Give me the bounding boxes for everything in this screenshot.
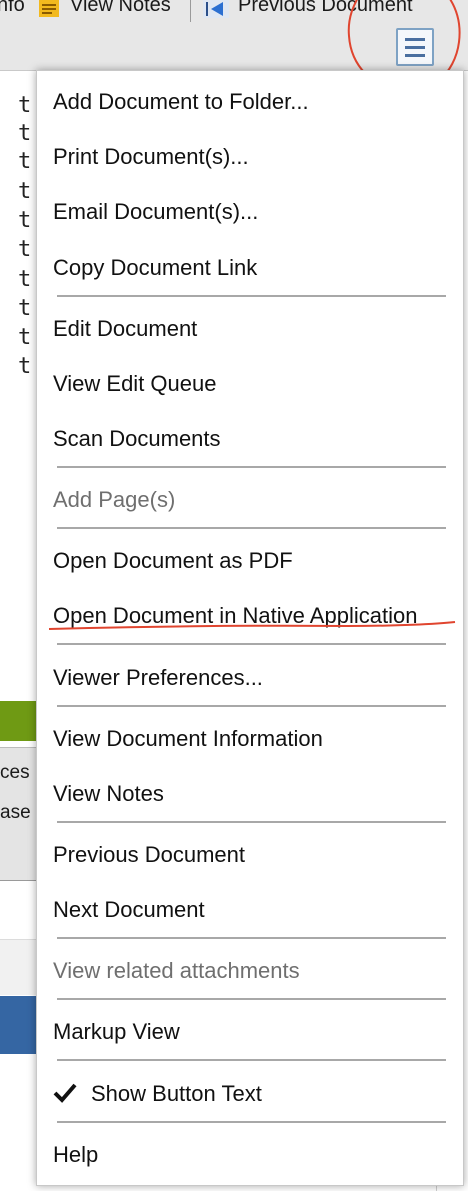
background-blue-bar [0,996,36,1054]
menu-item-show-button-text[interactable]: Show Button Text [91,1081,262,1107]
document-text: t [18,354,32,379]
menu-item-open-document-as-pdf[interactable]: Open Document as PDF [53,548,293,574]
menu-item-view-related-attachments: View related attachments [53,958,300,983]
document-text: t [18,121,32,146]
menu-item-edit-document[interactable]: Edit Document [53,316,197,342]
hamburger-menu-button[interactable] [396,28,434,66]
view-notes-button[interactable]: View Notes [70,0,171,17]
menu-item-markup-view[interactable]: Markup View [53,1019,180,1045]
background-text: ase [0,802,31,823]
notes-icon [39,0,59,17]
previous-document-button[interactable]: Previous Document [238,0,413,17]
document-text: t [18,325,32,350]
menu-item-help[interactable]: Help [53,1142,98,1168]
document-text: t [18,237,32,262]
menu-item-print-documents[interactable]: Print Document(s)... [53,144,249,170]
menu-separator [57,1121,446,1123]
hamburger-line [405,54,425,57]
menu-item-add-pages: Add Page(s) [53,487,176,512]
toolbar: nfo View Notes Previous Document [0,0,468,94]
menu-separator [57,295,446,297]
document-text: t [18,208,32,233]
menu-item-open-document-in-native-application[interactable]: Open Document in Native Application [53,603,417,629]
menu-separator [57,527,446,529]
menu-separator [57,643,446,645]
menu-item-view-document-information[interactable]: View Document Information [53,726,323,752]
background-text: ces [0,762,30,783]
menu-item-previous-document[interactable]: Previous Document [53,842,245,868]
menu-item-viewer-preferences[interactable]: Viewer Preferences... [53,665,263,691]
previous-document-icon [203,0,229,18]
menu-item-email-documents[interactable]: Email Document(s)... [53,199,258,225]
document-text: t [18,179,32,204]
menu-separator [57,1059,446,1061]
background-panel: ces ase [0,747,36,881]
hamburger-line [405,46,425,49]
menu-separator [57,821,446,823]
toolbar-info-label[interactable]: nfo [0,0,25,17]
document-text: t [18,93,32,118]
checkmark-icon [53,1083,77,1103]
toolbar-divider [190,0,191,22]
document-text: t [18,296,32,321]
background-gray-bar [0,939,36,995]
menu-item-next-document[interactable]: Next Document [53,897,205,923]
menu-separator [57,705,446,707]
hamburger-menu-icon [405,38,425,41]
menu-separator [57,937,446,939]
menu-separator [57,466,446,468]
menu-separator [57,998,446,1000]
menu-item-copy-document-link[interactable]: Copy Document Link [53,255,257,281]
options-dropdown-menu: Add Document to Folder... Print Document… [36,70,464,1186]
document-text: t [18,267,32,292]
menu-item-view-notes[interactable]: View Notes [53,781,164,807]
background-green-bar [0,701,36,741]
menu-item-scan-documents[interactable]: Scan Documents [53,426,221,452]
menu-item-view-edit-queue[interactable]: View Edit Queue [53,371,216,397]
document-text: t [18,149,32,174]
menu-item-add-document-to-folder[interactable]: Add Document to Folder... [53,89,309,115]
